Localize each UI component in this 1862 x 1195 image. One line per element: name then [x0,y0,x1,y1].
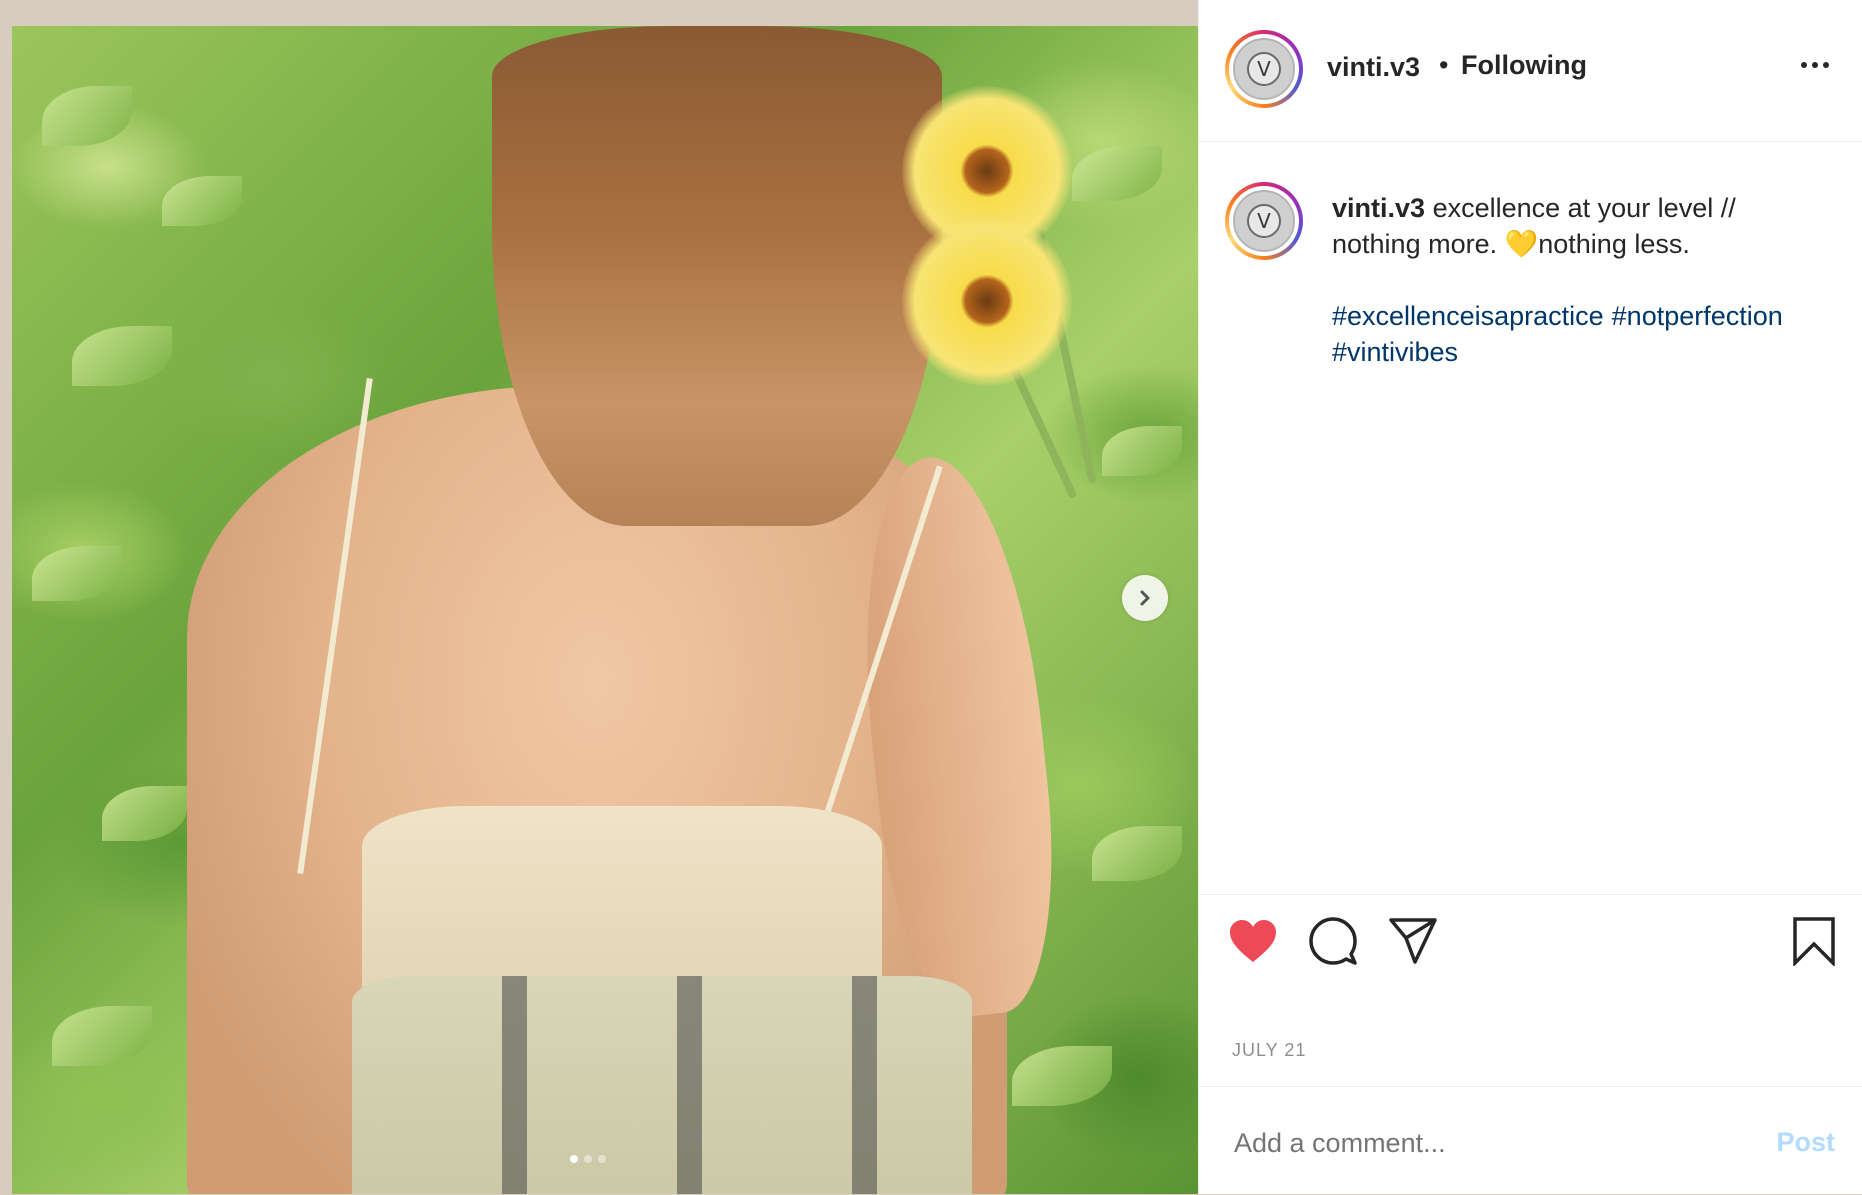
carousel-dot [598,1155,606,1163]
post-media [0,0,1198,1194]
leaf [1012,1046,1112,1106]
carousel-dot [570,1155,578,1163]
comment-input[interactable] [1232,1127,1716,1160]
username-link[interactable]: vinti.v3 [1327,52,1420,83]
skirt [352,976,972,1194]
post-photo[interactable] [12,26,1198,1194]
leaf [162,176,242,226]
leaf [42,86,132,146]
hashtags: #excellenceisapractice #notperfection #vi… [1332,298,1842,370]
caption-username[interactable]: vinti.v3 [1332,193,1425,223]
bookmark-icon [1793,917,1835,966]
chevron-right-icon [1140,590,1150,606]
story-ring[interactable]: V [1225,30,1303,108]
avatar: V [1233,38,1295,100]
hashtag-link[interactable]: #excellenceisapractice [1332,301,1604,331]
caption-line-1: excellence at your level // [1432,193,1736,223]
figure-hair [492,26,942,526]
comment-button[interactable] [1307,915,1359,967]
comment-box: Post [1199,1086,1862,1195]
leaf [1072,146,1162,201]
post-comment-button[interactable]: Post [1776,1127,1835,1158]
caption-section: V vinti.v3 excellence at your level // n… [1199,142,1862,895]
share-icon [1389,918,1437,964]
save-button[interactable] [1789,915,1839,967]
avatar-logo: V [1247,204,1281,238]
leaf [102,786,187,841]
separator-dot: • [1439,50,1449,80]
caption-line-2a: nothing more. [1332,229,1498,259]
like-button[interactable] [1227,915,1279,967]
caption-line-2b: nothing less. [1538,229,1690,259]
comment-icon [1309,917,1357,965]
avatar: V [1233,190,1295,252]
post-header: V vinti.v3 • Following [1199,0,1862,142]
following-button[interactable]: Following [1461,50,1587,81]
share-button[interactable] [1387,915,1439,967]
yellow-heart-emoji: 💛 [1504,229,1539,259]
avatar-logo: V [1247,52,1281,86]
caption-avatar-ring[interactable]: V [1225,182,1303,260]
carousel-indicator [570,1155,606,1163]
carousel-next-button[interactable] [1122,575,1168,621]
hashtag-link[interactable]: #notperfection [1612,301,1783,331]
post-date[interactable]: JULY 21 [1232,1040,1306,1061]
leaf [32,546,122,601]
leaf [72,326,172,386]
leaf [1102,426,1182,476]
leaf [1092,826,1182,881]
hashtag-link[interactable]: #vintivibes [1332,337,1458,367]
more-options-icon[interactable] [1801,56,1829,74]
post-side-panel: V vinti.v3 • Following V vinti.v3 excell… [1198,0,1862,1194]
heart-icon [1230,920,1276,962]
leaf [52,1006,152,1066]
caption-text: vinti.v3 excellence at your level // not… [1332,190,1832,262]
carousel-dot [584,1155,592,1163]
action-bar [1199,895,1862,995]
flower [902,216,1072,386]
